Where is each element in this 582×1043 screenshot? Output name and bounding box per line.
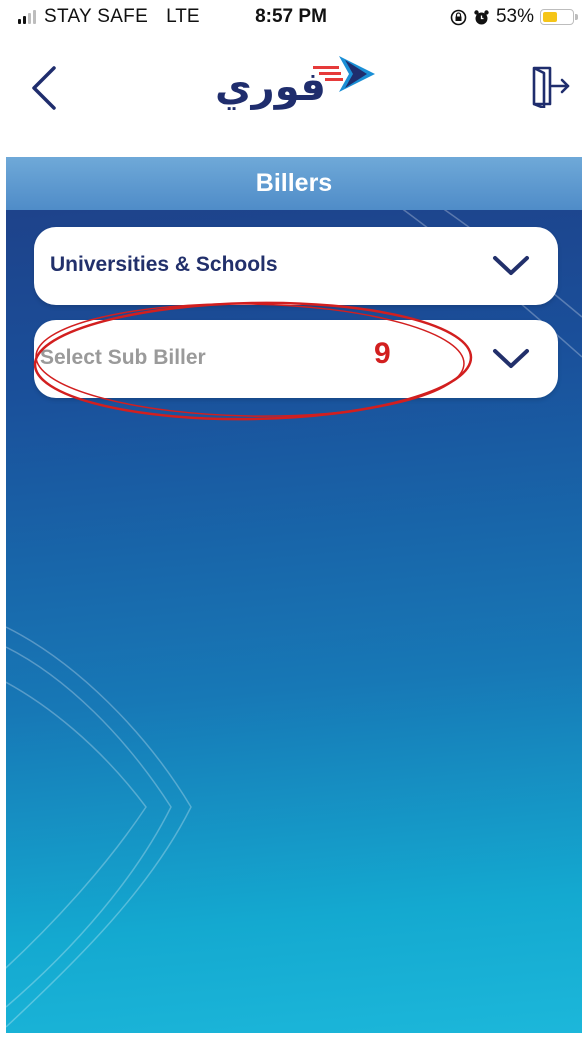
- status-right: 53%: [450, 6, 578, 28]
- main-content: Billers Universities & Schools Select Su…: [6, 157, 582, 1033]
- annotation-number: 9: [374, 337, 391, 370]
- logout-icon: [532, 66, 570, 110]
- biller-category-dropdown[interactable]: Universities & Schools: [34, 227, 558, 305]
- status-bar: STAY SAFE LTE 8:57 PM 53%: [0, 0, 582, 36]
- fawry-logo: فوري: [205, 48, 385, 114]
- title-bar: Billers: [6, 157, 582, 210]
- chevron-down-icon: [493, 256, 529, 275]
- logout-button[interactable]: [528, 64, 572, 110]
- chevron-down-icon: [493, 349, 529, 368]
- battery-fill: [543, 12, 557, 22]
- back-arrow-icon: [32, 66, 56, 110]
- sub-biller-placeholder: Select Sub Biller: [40, 346, 206, 369]
- alarm-icon: [474, 9, 489, 24]
- sub-biller-dropdown[interactable]: Select Sub Biller: [34, 320, 558, 398]
- biller-category-value: Universities & Schools: [50, 253, 278, 276]
- page-title: Billers: [255, 169, 333, 197]
- logo-arrow-icon: [313, 56, 375, 92]
- battery-percent: 53%: [495, 6, 534, 27]
- lock-rotation-icon: [450, 9, 467, 25]
- battery-icon: [540, 9, 578, 25]
- back-button[interactable]: [24, 62, 68, 114]
- app-header: فوري: [0, 36, 582, 154]
